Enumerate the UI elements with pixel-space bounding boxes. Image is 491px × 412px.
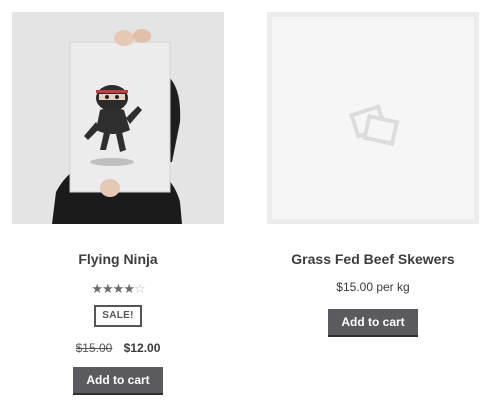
ninja-poster-photo — [12, 12, 224, 224]
price-original: $15.00 — [75, 341, 113, 355]
star-filled-icon: ★ — [91, 281, 103, 296]
add-to-cart-button[interactable]: Add to cart — [328, 309, 418, 337]
product-image-flying-ninja[interactable] — [12, 12, 224, 224]
product-card-flying-ninja: Flying Ninja ★★★★☆ SALE! $15.00 $12.00 A… — [12, 12, 224, 395]
star-filled-icon: ★ — [123, 281, 135, 296]
star-rating: ★★★★☆ — [12, 282, 224, 296]
product-image-placeholder[interactable] — [267, 12, 479, 224]
product-title[interactable]: Flying Ninja — [12, 250, 224, 268]
star-filled-icon: ★ — [112, 281, 125, 296]
product-price: $15.00 $12.00 — [12, 340, 224, 356]
product-price: $15.00 per kg — [336, 280, 410, 294]
star-empty-icon: ☆ — [133, 281, 146, 296]
product-card-grass-fed-beef-skewers: Grass Fed Beef Skewers $15.00 per kg Add… — [267, 12, 479, 337]
star-filled-icon: ★ — [102, 281, 114, 296]
price-sale: $12.00 — [123, 341, 161, 355]
placeholder-image-icon — [349, 104, 400, 147]
sale-badge: SALE! — [94, 305, 142, 327]
add-to-cart-button[interactable]: Add to cart — [73, 367, 163, 395]
product-title[interactable]: Grass Fed Beef Skewers — [267, 250, 479, 268]
